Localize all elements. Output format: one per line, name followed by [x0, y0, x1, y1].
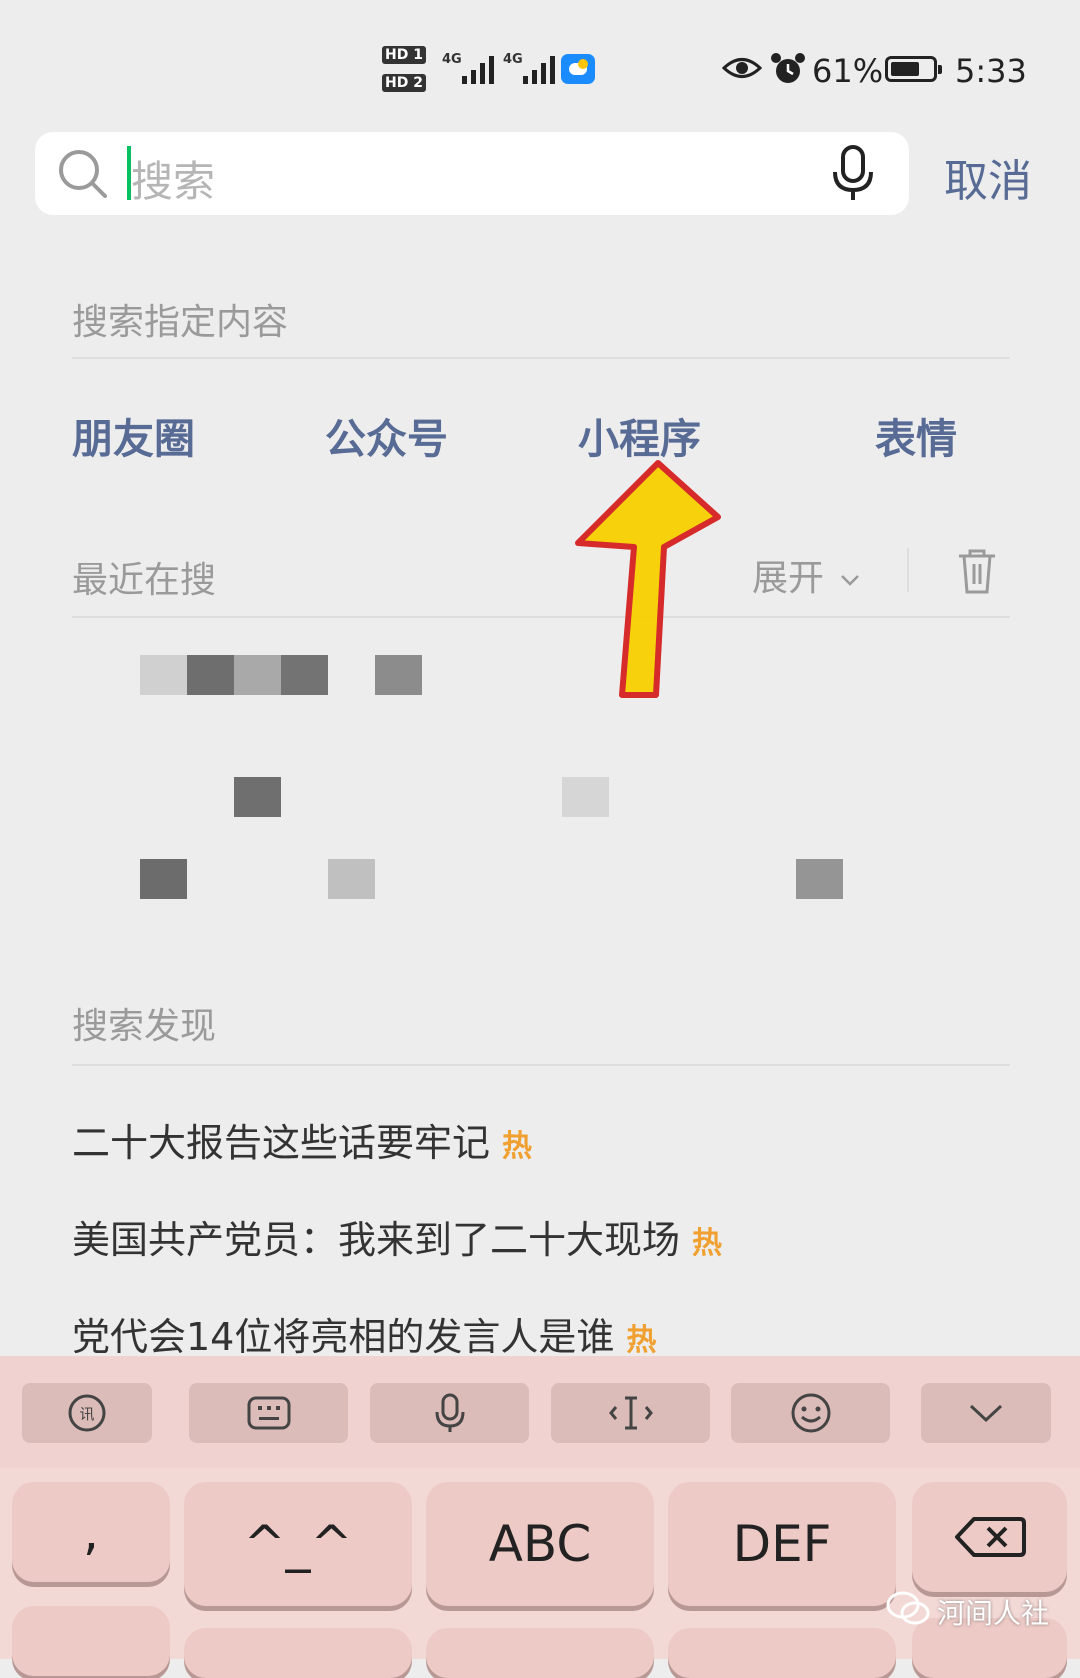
- discover-section-title: 搜索发现: [72, 1006, 217, 1047]
- pixel-block: [281, 655, 328, 695]
- divider: [72, 1064, 1010, 1066]
- watermark-text: 河间人社: [937, 1597, 1050, 1630]
- hot-search-text: 美国共产党员：我来到了二十大现场: [72, 1218, 681, 1262]
- search-input[interactable]: 搜索: [131, 148, 215, 209]
- pixel-block: [375, 655, 422, 695]
- wechat-logo-icon: [885, 1590, 931, 1630]
- keyboard-icon: [247, 1396, 290, 1430]
- expand-label: 展开: [752, 558, 825, 599]
- key-abc[interactable]: ABC: [426, 1482, 654, 1606]
- sim2-badge: HD 2: [382, 74, 426, 92]
- pixel-block: [234, 777, 281, 817]
- status-bar: HD 1 HD 2 4G 4G 61% 5:33: [0, 0, 1080, 120]
- key-backspace[interactable]: [912, 1482, 1067, 1592]
- signal-bars-icon: [462, 56, 494, 84]
- emoji-button[interactable]: [731, 1383, 890, 1443]
- pixel-block: [234, 655, 281, 695]
- sim-badges: HD 1 HD 2: [382, 46, 426, 92]
- battery-icon: [885, 56, 942, 82]
- hot-badge: 热: [626, 1323, 657, 1358]
- chevron-down-icon: [841, 575, 860, 586]
- specified-section-title: 搜索指定内容: [72, 302, 289, 343]
- voice-input-button[interactable]: [370, 1383, 529, 1443]
- pixel-block: [328, 859, 375, 899]
- key-row2-3[interactable]: [426, 1628, 654, 1678]
- hot-search-text: 二十大报告这些话要牢记: [72, 1121, 491, 1165]
- voice-text-icon: 讯: [68, 1394, 106, 1432]
- clock-time: 5:33: [955, 52, 1027, 90]
- signal-bars-icon: [523, 56, 555, 84]
- microphone-icon[interactable]: [830, 144, 876, 204]
- search-icon: [59, 150, 107, 198]
- yellow-arrow-annotation: [575, 460, 721, 698]
- cursor-icon: [608, 1396, 653, 1430]
- chevron-down-icon: [969, 1404, 1003, 1423]
- key-emoticon[interactable]: ^_^: [184, 1482, 412, 1606]
- sim1-badge: HD 1: [382, 46, 426, 64]
- backspace-icon: [954, 1517, 1026, 1557]
- key-row2-1[interactable]: [12, 1606, 170, 1676]
- hot-search-item-2[interactable]: 美国共产党员：我来到了二十大现场热: [72, 1209, 722, 1264]
- pixel-block: [796, 859, 843, 899]
- pixel-block: [140, 655, 187, 695]
- svg-text:讯: 讯: [79, 1405, 94, 1423]
- weather-app-icon: [561, 54, 595, 84]
- hot-search-text: 党代会14位将亮相的发言人是谁: [72, 1315, 615, 1359]
- category-moments[interactable]: 朋友圈: [72, 405, 195, 465]
- cursor-move-button[interactable]: [551, 1383, 710, 1443]
- key-row2-4[interactable]: [668, 1628, 896, 1678]
- key-row2-2[interactable]: [184, 1628, 412, 1678]
- divider: [72, 357, 1010, 359]
- cancel-button[interactable]: 取消: [944, 145, 1032, 209]
- pixel-block: [562, 777, 609, 817]
- hot-badge: 热: [502, 1129, 533, 1164]
- emoji-icon: [791, 1393, 830, 1433]
- microphone-icon: [435, 1393, 464, 1432]
- eye-icon: [722, 58, 762, 78]
- pixel-block: [187, 655, 234, 695]
- alarm-icon: [771, 53, 805, 83]
- keyboard-toolbar: 讯: [0, 1356, 1080, 1468]
- hot-search-item-3[interactable]: 党代会14位将亮相的发言人是谁热: [72, 1306, 656, 1361]
- key-def[interactable]: DEF: [668, 1482, 896, 1606]
- battery-percent: 61%: [812, 52, 884, 90]
- hot-search-item-1[interactable]: 二十大报告这些话要牢记热: [72, 1112, 532, 1167]
- trash-icon[interactable]: [955, 548, 999, 596]
- search-bar[interactable]: 搜索: [35, 132, 909, 215]
- keyboard-switch-button[interactable]: [189, 1383, 348, 1443]
- hot-badge: 热: [692, 1226, 723, 1261]
- category-official-accounts[interactable]: 公众号: [325, 405, 448, 465]
- expand-button[interactable]: 展开: [752, 549, 861, 601]
- key-comma[interactable]: ,: [12, 1482, 170, 1582]
- vertical-separator: [907, 548, 909, 592]
- voice-text-button[interactable]: 讯: [22, 1383, 152, 1443]
- hide-keyboard-button[interactable]: [921, 1383, 1051, 1443]
- pixel-block: [140, 859, 187, 899]
- recent-section-title: 最近在搜: [72, 560, 217, 601]
- category-stickers[interactable]: 表情: [875, 405, 957, 465]
- divider: [72, 616, 1010, 618]
